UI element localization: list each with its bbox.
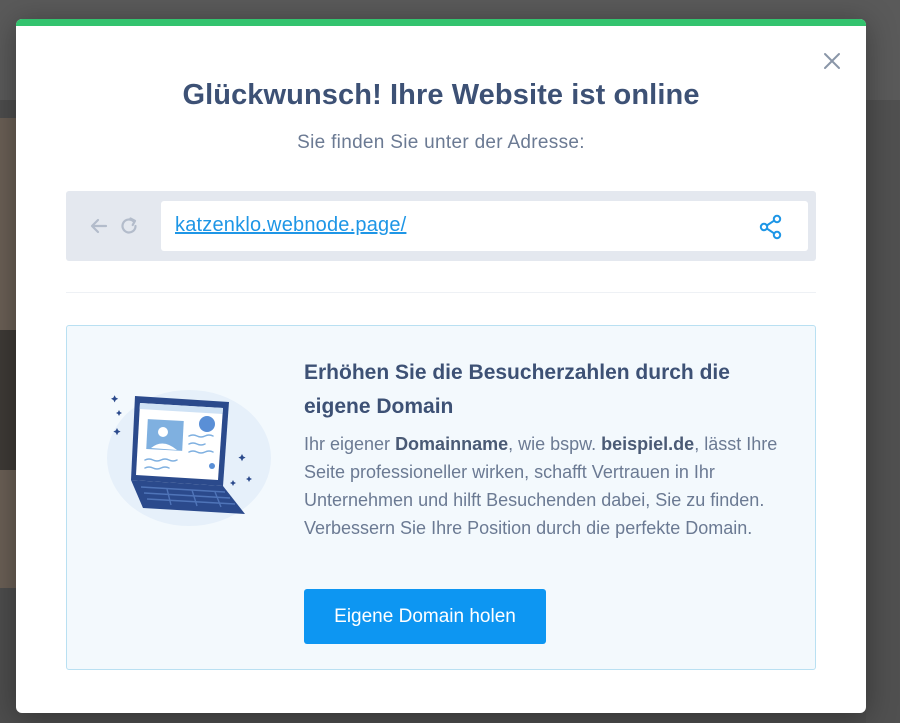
domain-promo-box: Erhöhen Sie die Besucherzahlen durch die…	[66, 325, 816, 670]
promo-text-2: , wie bspw.	[508, 434, 602, 454]
promo-bold-domainname: Domainname	[395, 434, 509, 454]
url-field: katzenklo.webnode.page/	[161, 201, 808, 251]
reload-icon	[121, 217, 137, 234]
promo-text-1: Ihr eigener	[304, 434, 396, 454]
promo-bold-example: beispiel.de	[601, 434, 695, 454]
laptop-illustration	[107, 390, 271, 526]
modal-accent-bar	[16, 19, 866, 26]
divider	[66, 292, 816, 293]
get-domain-button[interactable]: Eigene Domain holen	[304, 589, 546, 644]
arrow-left-icon	[90, 218, 108, 234]
promo-title: Erhöhen Sie die Besucherzahlen durch die…	[304, 361, 730, 418]
modal-subtitle: Sie finden Sie unter der Adresse:	[297, 132, 585, 153]
promo-description: Ihr eigener Domainname, wie bspw. beispi…	[304, 430, 789, 542]
close-button[interactable]	[821, 50, 843, 72]
modal-title: Glückwunsch! Ihre Website ist online	[182, 79, 700, 111]
site-url-link[interactable]: katzenklo.webnode.page/	[175, 214, 406, 237]
share-button[interactable]	[758, 214, 784, 240]
close-icon	[824, 53, 840, 69]
success-modal: Glückwunsch! Ihre Website ist online Sie…	[16, 19, 866, 713]
share-icon	[759, 214, 782, 240]
backdrop-side	[866, 100, 900, 723]
browser-bar: katzenklo.webnode.page/	[66, 191, 816, 261]
